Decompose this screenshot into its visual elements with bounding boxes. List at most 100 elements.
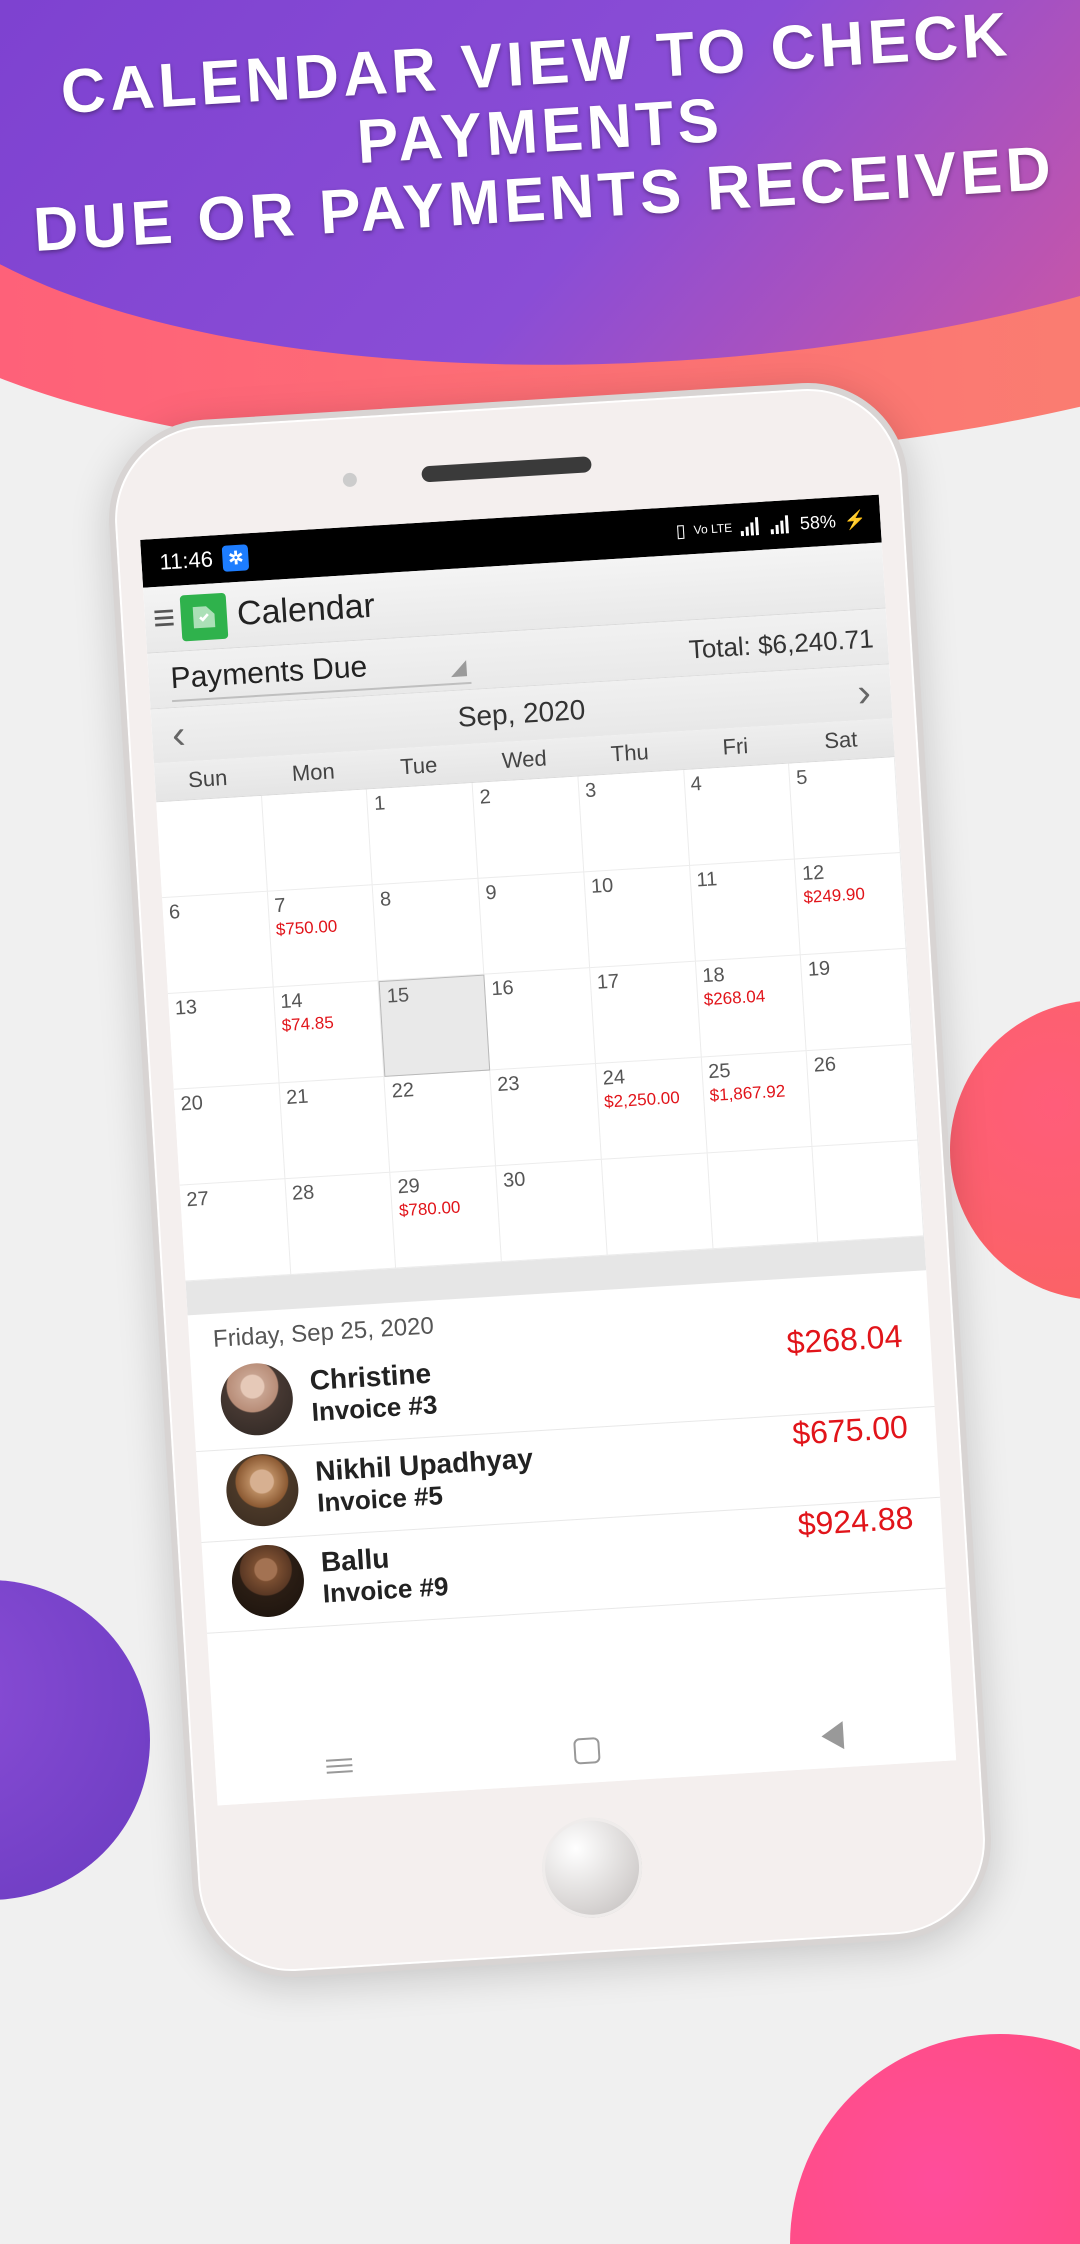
- calendar-cell[interactable]: 20: [174, 1083, 285, 1185]
- customer-avatar: [219, 1361, 295, 1437]
- android-navbar: [214, 1696, 957, 1805]
- calendar-cell[interactable]: 9: [479, 872, 590, 974]
- calendar-day-number: 5: [796, 762, 890, 791]
- calendar-cell[interactable]: 22: [385, 1070, 496, 1172]
- next-month-button[interactable]: ›: [856, 670, 872, 716]
- calendar-cell[interactable]: [156, 796, 267, 898]
- weekday-sun: Sun: [154, 757, 262, 801]
- calendar-day-number: 26: [813, 1049, 907, 1078]
- calendar-cell[interactable]: 24$2,250.00: [596, 1058, 707, 1160]
- calendar-day-number: 23: [497, 1068, 591, 1097]
- weekday-mon: Mon: [259, 751, 367, 795]
- month-label: Sep, 2020: [457, 694, 586, 734]
- calendar-cell[interactable]: 14$74.85: [273, 981, 384, 1083]
- phone-home-button[interactable]: [539, 1815, 645, 1921]
- bg-circle-bottom-right: [790, 2034, 1080, 2244]
- calendar-day-number: 22: [391, 1075, 485, 1104]
- calendar-day-number: [162, 800, 255, 806]
- battery-percent: 58%: [799, 511, 836, 534]
- hamburger-menu-icon[interactable]: ≡: [150, 597, 183, 642]
- weekday-sat: Sat: [787, 718, 895, 762]
- calendar-cell[interactable]: 5: [789, 757, 900, 859]
- calendar-cell[interactable]: 29$780.00: [391, 1166, 502, 1268]
- weekday-thu: Thu: [576, 731, 684, 775]
- calendar-day-number: 19: [807, 953, 901, 982]
- nav-back-button[interactable]: [821, 1721, 845, 1750]
- total-label: Total:: [688, 631, 752, 665]
- calendar-day-amount: $74.85: [281, 1010, 375, 1036]
- calendar-cell[interactable]: 4: [684, 764, 795, 866]
- calendar-grid: 1234567$750.0089101112$249.901314$74.851…: [156, 757, 924, 1281]
- calendar-day-number: 14: [280, 985, 374, 1014]
- prev-month-button[interactable]: ‹: [171, 712, 187, 758]
- calendar-cell[interactable]: 18$268.04: [696, 955, 807, 1057]
- calendar-day-number: [268, 794, 361, 800]
- calendar-cell[interactable]: 19: [801, 949, 912, 1051]
- phone-camera: [342, 472, 357, 487]
- calendar-cell[interactable]: 10: [584, 866, 695, 968]
- calendar-day-number: [713, 1151, 806, 1157]
- calendar-day-number: 20: [180, 1088, 274, 1117]
- calendar-cell[interactable]: 2: [473, 777, 584, 879]
- calendar-cell[interactable]: [813, 1140, 924, 1242]
- calendar-cell[interactable]: 7$750.00: [268, 885, 379, 987]
- calendar-day-amount: $2,250.00: [604, 1087, 698, 1113]
- calendar-day-number: 6: [168, 896, 262, 925]
- calendar-cell[interactable]: 30: [496, 1160, 607, 1262]
- total-amount: Total: $6,240.71: [688, 623, 875, 665]
- nav-home-button[interactable]: [573, 1737, 601, 1765]
- payment-text: Nikhil UpadhyayInvoice #5: [314, 1442, 535, 1518]
- calendar-cell[interactable]: 28: [285, 1173, 396, 1275]
- calendar-cell[interactable]: 16: [484, 968, 595, 1070]
- calendar-day-number: 30: [502, 1164, 596, 1193]
- calendar-day-number: 9: [485, 877, 579, 906]
- calendar-cell[interactable]: 8: [373, 879, 484, 981]
- calendar-day-number: [819, 1145, 912, 1151]
- calendar-cell[interactable]: 27: [180, 1179, 291, 1281]
- signal-icon-2: [769, 515, 792, 534]
- calendar-cell[interactable]: 17: [590, 962, 701, 1064]
- payments-list: $268.04 ChristineInvoice #3 $675.00 Nikhil …: [190, 1316, 945, 1634]
- payment-amount: $675.00: [791, 1409, 909, 1453]
- calendar-cell[interactable]: 23: [490, 1064, 601, 1166]
- calendar-day-number: 24: [602, 1062, 696, 1091]
- calendar-day-number: 18: [702, 960, 796, 989]
- calendar-cell[interactable]: 3: [578, 770, 689, 872]
- payment-text: ChristineInvoice #3: [309, 1357, 438, 1428]
- weekday-wed: Wed: [470, 738, 578, 782]
- calendar-day-number: 17: [596, 966, 690, 995]
- calendar-day-number: 3: [584, 774, 678, 803]
- calendar-cell[interactable]: [602, 1153, 713, 1255]
- payment-amount: $924.88: [797, 1499, 915, 1543]
- vibrate-icon: ▯: [675, 520, 686, 542]
- calendar-day-amount: $1,867.92: [709, 1080, 803, 1106]
- calendar-day-number: 29: [397, 1171, 491, 1200]
- total-value: $6,240.71: [757, 623, 874, 660]
- calendar-cell[interactable]: 12$249.90: [795, 853, 906, 955]
- volte-label: Vo LTE: [693, 522, 732, 536]
- calendar-day-number: 2: [479, 781, 573, 810]
- calendar-cell[interactable]: 13: [168, 988, 279, 1090]
- charging-icon: ⚡: [843, 509, 867, 531]
- calendar-cell[interactable]: 6: [162, 892, 273, 994]
- calendar-day-number: 16: [491, 973, 585, 1002]
- calendar-cell[interactable]: 15: [379, 975, 490, 1077]
- phone-speaker: [421, 456, 592, 482]
- weekday-fri: Fri: [681, 725, 789, 769]
- calendar-cell[interactable]: 11: [690, 859, 801, 961]
- calendar-cell[interactable]: 26: [807, 1045, 918, 1147]
- nav-recent-button[interactable]: [326, 1754, 353, 1778]
- weekday-tue: Tue: [365, 744, 473, 788]
- payment-text: BalluInvoice #9: [320, 1539, 449, 1610]
- calendar-cell[interactable]: 21: [279, 1077, 390, 1179]
- calendar-cell[interactable]: 25$1,867.92: [701, 1051, 812, 1153]
- dropdown-selected-label: Payments Due: [170, 650, 368, 696]
- bluetooth-icon: ✲: [222, 544, 250, 572]
- payment-amount: $268.04: [786, 1318, 904, 1362]
- calendar-cell[interactable]: [262, 789, 373, 891]
- calendar-day-amount: $268.04: [703, 985, 797, 1011]
- calendar-cell[interactable]: 1: [367, 783, 478, 885]
- app-logo-icon[interactable]: [180, 592, 229, 641]
- calendar-cell[interactable]: [707, 1147, 818, 1249]
- calendar-day-number: [608, 1158, 701, 1164]
